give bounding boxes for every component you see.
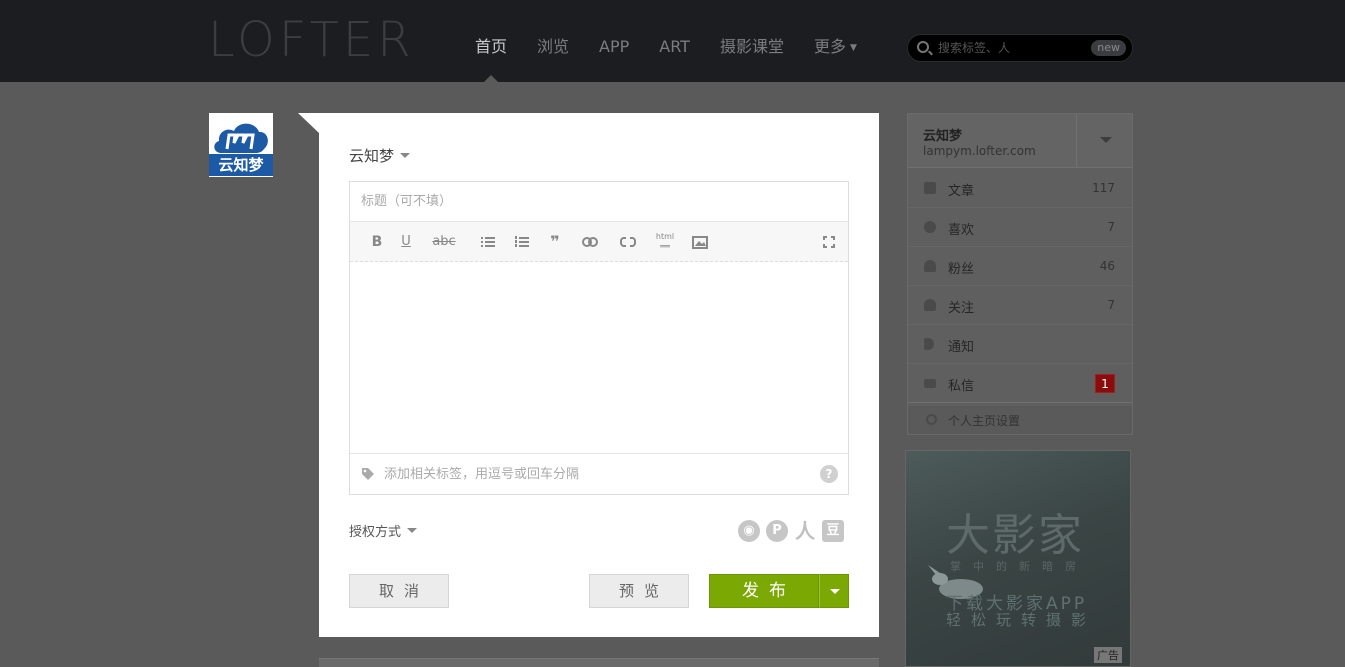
- nav-item-browse[interactable]: 浏览: [522, 0, 584, 82]
- next-card-edge: [319, 658, 879, 667]
- post-editor-card: 云知梦 B U abc ❞ html══: [319, 113, 879, 637]
- ad-tagline-2: 轻松玩转摄影: [946, 611, 1097, 629]
- nav-item-photo-class[interactable]: 摄影课堂: [705, 0, 799, 82]
- profile-name: 云知梦: [923, 129, 963, 144]
- profile-settings-link[interactable]: 个人主页设置: [908, 406, 1132, 434]
- publish-button[interactable]: 发布: [709, 574, 819, 608]
- ad-title: 大影家: [946, 510, 1084, 561]
- chevron-down-icon: [1100, 137, 1112, 143]
- bullet-list-icon[interactable]: [480, 232, 496, 252]
- profile-url: lampym.lofter.com: [923, 144, 1036, 158]
- share-icons: ◉ P 人 豆: [738, 520, 844, 542]
- html-icon[interactable]: html ══: [655, 232, 675, 252]
- douban-icon[interactable]: 豆: [822, 520, 844, 542]
- nav-item-home[interactable]: 首页: [460, 0, 522, 83]
- tags-input[interactable]: [384, 464, 804, 484]
- advertisement-banner[interactable]: 大影家 掌中的新暗房 下载大影家APP 轻松玩转摄影 广告: [905, 450, 1131, 667]
- user-icon: [924, 260, 936, 272]
- speaker-icon: [924, 338, 934, 350]
- blog-selector[interactable]: 云知梦: [349, 145, 411, 166]
- post-body-editor[interactable]: [350, 263, 848, 453]
- profile-panel: 云知梦 lampym.lofter.com 文章 117 喜欢 7 粉丝 46 …: [907, 113, 1133, 435]
- cloud-logo-icon: [214, 123, 268, 153]
- renren-icon[interactable]: 人: [794, 520, 816, 542]
- editor-toolbar: B U abc ❞ html ══: [350, 222, 848, 262]
- bold-icon[interactable]: B: [370, 232, 384, 252]
- tag-icon: [362, 468, 374, 480]
- quote-icon[interactable]: ❞: [547, 232, 563, 252]
- link-icon[interactable]: [581, 232, 599, 252]
- weibo-icon[interactable]: ◉: [738, 520, 760, 542]
- tags-row: ?: [350, 453, 848, 494]
- ad-label: 广告: [1094, 647, 1122, 663]
- main-nav: 首页 浏览 APP ART 摄影课堂 更多 ▼: [460, 0, 872, 83]
- new-badge: new: [1091, 40, 1126, 56]
- sidebar-item-followers[interactable]: 粉丝 46: [908, 247, 1132, 286]
- chevron-down-icon: [407, 528, 418, 533]
- publish-options-button[interactable]: [819, 574, 849, 608]
- editor-box: B U abc ❞ html══: [349, 181, 849, 495]
- unlink-icon[interactable]: [619, 232, 637, 252]
- search-input[interactable]: [938, 39, 1088, 57]
- underline-icon[interactable]: U: [399, 232, 413, 252]
- wrench-icon: [926, 414, 937, 425]
- preview-button[interactable]: 预览: [589, 574, 689, 608]
- image-icon[interactable]: [691, 232, 709, 252]
- cancel-button[interactable]: 取消: [349, 574, 449, 608]
- user-add-icon: [924, 299, 936, 311]
- sidebar-item-messages[interactable]: 私信 1: [908, 364, 1132, 403]
- numbered-list-icon[interactable]: [514, 232, 530, 252]
- top-navigation-bar: LOFTER 首页 浏览 APP ART 摄影课堂 更多▼ new: [0, 0, 1345, 83]
- profile-header[interactable]: 云知梦 lampym.lofter.com: [908, 114, 1132, 168]
- nav-item-more[interactable]: 更多 ▼: [799, 0, 872, 82]
- search-box: new: [907, 34, 1133, 62]
- fullscreen-icon[interactable]: [822, 232, 836, 252]
- avatar-label: 云知梦: [209, 154, 273, 176]
- sidebar-item-following[interactable]: 关注 7: [908, 286, 1132, 325]
- chevron-down-icon: ▼: [849, 43, 857, 53]
- list-icon: [924, 182, 936, 194]
- envelope-icon: [924, 379, 936, 388]
- help-icon[interactable]: ?: [820, 465, 838, 483]
- nav-item-art[interactable]: ART: [644, 0, 705, 82]
- sidebar-item-notifications[interactable]: 通知: [908, 325, 1132, 364]
- unread-badge: 1: [1095, 374, 1115, 393]
- card-pointer: [298, 113, 319, 133]
- title-input[interactable]: [350, 182, 848, 222]
- license-selector[interactable]: 授权方式: [349, 521, 418, 540]
- lofter-logo[interactable]: LOFTER: [208, 14, 415, 66]
- chevron-down-icon: [830, 589, 840, 594]
- nav-item-app[interactable]: APP: [584, 0, 644, 82]
- sidebar-item-posts[interactable]: 文章 117: [908, 169, 1132, 208]
- search-icon: [917, 41, 929, 53]
- heart-icon: [924, 221, 936, 233]
- chevron-down-icon: [400, 153, 411, 158]
- avatar[interactable]: 云知梦: [209, 113, 273, 177]
- ad-subtitle: 掌中的新暗房: [950, 560, 1088, 573]
- profile-menu-toggle[interactable]: [1076, 114, 1132, 168]
- strikethrough-icon[interactable]: abc: [432, 232, 456, 252]
- sidebar-item-likes[interactable]: 喜欢 7: [908, 208, 1132, 247]
- pinterest-icon[interactable]: P: [766, 520, 788, 542]
